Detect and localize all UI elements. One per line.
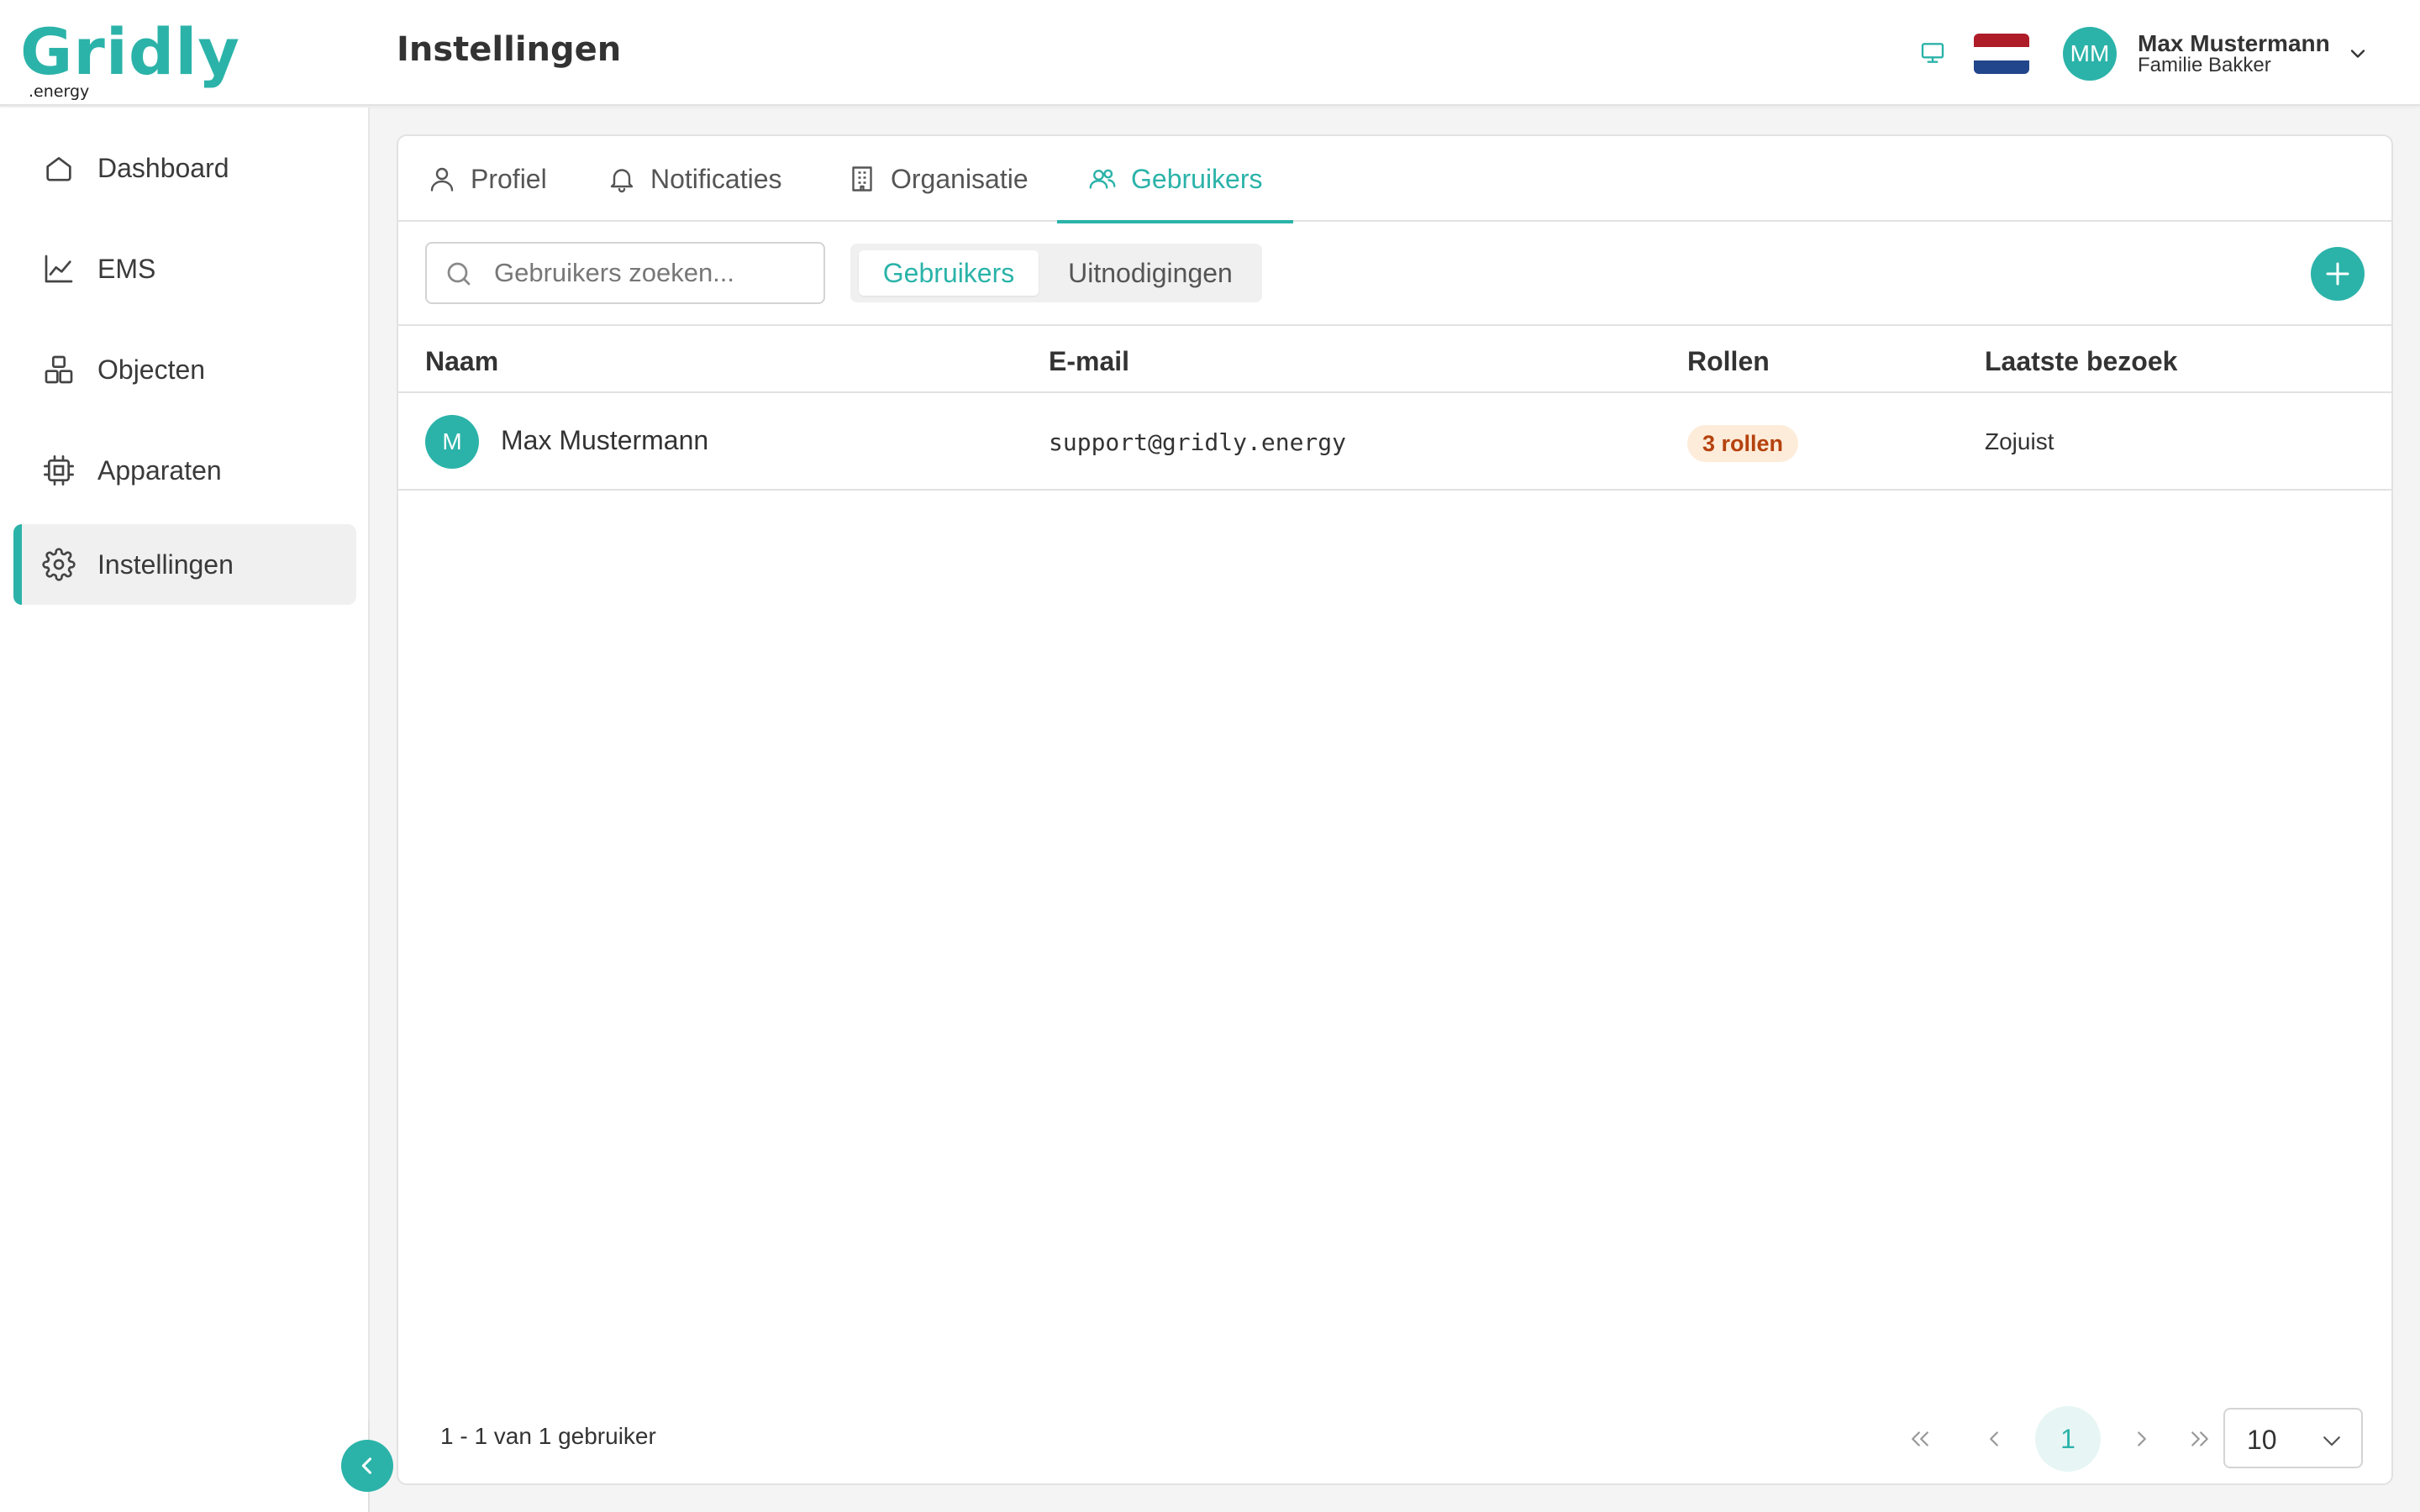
first-page-button[interactable]	[1887, 1406, 1953, 1472]
users-icon	[1089, 169, 1116, 189]
avatar: M	[425, 415, 479, 469]
monitor-icon[interactable]	[1919, 39, 1946, 67]
sidebar-item-label: Instellingen	[97, 549, 234, 580]
tab-label: Organisatie	[891, 163, 1028, 194]
logo-subtext: .energy	[29, 82, 90, 101]
column-header-rollen[interactable]: Rollen	[1687, 346, 1770, 377]
home-icon	[46, 157, 71, 181]
netherlands-flag-icon[interactable]	[1974, 34, 2029, 74]
user-icon	[430, 167, 454, 192]
settings-card: Profiel Notificaties Organisatie Gebruik…	[397, 134, 2393, 1485]
sidebar-item-label: Objecten	[97, 354, 206, 385]
chevron-down-icon[interactable]	[2346, 42, 2370, 66]
chevron-left-icon	[361, 1457, 372, 1474]
sidebar-item-label: Apparaten	[97, 454, 222, 486]
sidebar-item-ems[interactable]: EMS	[13, 228, 356, 309]
search-icon	[447, 262, 471, 286]
rows-per-page-select[interactable]: 10	[2223, 1408, 2363, 1468]
tab-organisatie[interactable]: Organisatie	[847, 136, 1028, 222]
sidebar-item-label: Dashboard	[97, 152, 229, 183]
tab-label: Gebruikers	[1131, 163, 1263, 194]
building-icon	[852, 166, 872, 192]
sidebar: Dashboard EMS Objecten Apparaten Instell…	[0, 108, 370, 1512]
sidebar-item-dashboard[interactable]: Dashboard	[13, 128, 356, 208]
tab-label: Notificaties	[650, 163, 782, 194]
tab-profiel[interactable]: Profiel	[427, 136, 547, 222]
tab-notificaties[interactable]: Notificaties	[607, 136, 782, 222]
sidebar-item-label: EMS	[97, 253, 156, 284]
tab-gebruikers[interactable]: Gebruikers	[1057, 136, 1293, 223]
user-avatar[interactable]: MM	[2063, 27, 2117, 81]
pagination-summary: 1 - 1 van 1 gebruiker	[440, 1423, 656, 1449]
top-header: Gridly .energy Instellingen MM Max Muste…	[0, 0, 2420, 106]
logo-text: Gridly	[20, 14, 240, 89]
add-user-button[interactable]	[2311, 247, 2365, 301]
boxes-icon	[45, 355, 73, 384]
last-page-button[interactable]	[2183, 1406, 2217, 1472]
users-invites-toggle: Gebruikers Uitnodigingen	[850, 244, 1262, 302]
previous-page-button[interactable]	[1961, 1406, 2027, 1472]
rows-per-page-value: 10	[2247, 1425, 2277, 1455]
column-header-email[interactable]: E-mail	[1049, 346, 1129, 377]
page-number-button[interactable]: 1	[2035, 1406, 2101, 1472]
sidebar-item-instellingen[interactable]: Instellingen	[13, 524, 356, 605]
settings-tabs: Profiel Notificaties Organisatie Gebruik…	[398, 136, 2391, 223]
chevrons-right-icon	[2191, 1431, 2208, 1446]
chart-line-icon	[45, 255, 73, 283]
users-table-header: Naam E-mail Rollen Laatste bezoek	[398, 324, 2391, 393]
segment-gebruikers[interactable]: Gebruikers	[859, 250, 1039, 296]
plus-icon	[2326, 262, 2349, 286]
chevron-down-icon	[2323, 1436, 2340, 1446]
search-input[interactable]	[494, 252, 813, 294]
next-page-button[interactable]	[2109, 1406, 2175, 1472]
gear-icon	[42, 548, 76, 581]
collapse-sidebar-button[interactable]	[341, 1440, 393, 1492]
gridly-logo[interactable]: Gridly .energy	[20, 12, 240, 102]
column-header-naam[interactable]: Naam	[425, 346, 498, 377]
sidebar-item-apparaten[interactable]: Apparaten	[13, 430, 356, 511]
tab-label: Profiel	[471, 163, 547, 194]
segment-uitnodigingen[interactable]: Uitnodigingen	[1045, 250, 1255, 296]
column-header-laatste-bezoek[interactable]: Laatste bezoek	[1985, 346, 2177, 377]
page-title: Instellingen	[397, 30, 622, 69]
last-visit-cell: Zojuist	[1985, 428, 2054, 454]
sidebar-item-objecten[interactable]: Objecten	[13, 329, 356, 410]
user-name-cell: Max Mustermann	[501, 425, 709, 455]
chevrons-left-icon	[1912, 1431, 1928, 1446]
chevron-left-icon	[1990, 1431, 1998, 1446]
chevron-right-icon	[2138, 1431, 2146, 1446]
user-organization: Familie Bakker	[2138, 54, 2271, 76]
roles-badge[interactable]: 3 rollen	[1687, 425, 1799, 462]
user-email-cell: support@gridly.energy	[1049, 428, 1347, 456]
chip-icon	[44, 455, 74, 486]
table-row[interactable]: M Max Mustermann support@gridly.energy 3…	[398, 393, 2391, 491]
user-search-field[interactable]	[425, 242, 825, 304]
bell-icon	[610, 169, 634, 193]
